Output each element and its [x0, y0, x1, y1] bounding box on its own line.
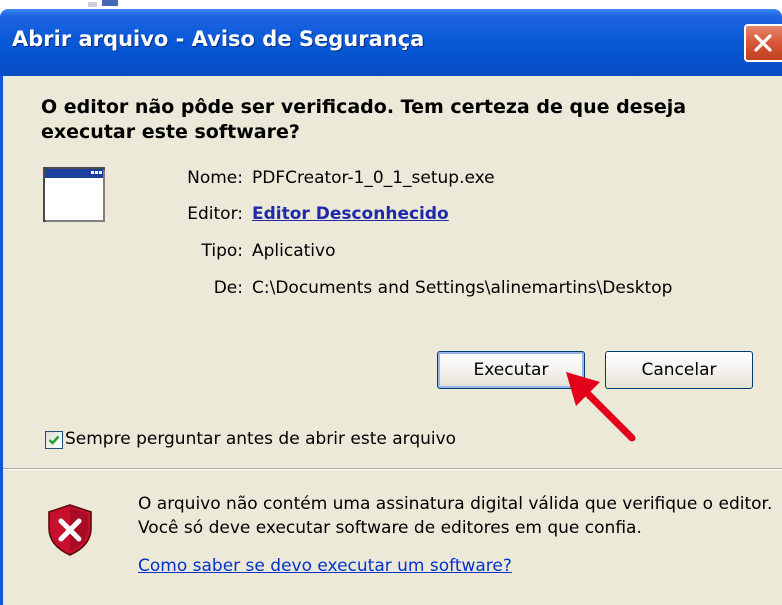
- type-label: Tipo:: [201, 241, 243, 261]
- dialog-body: O editor não pôde ser verificado. Tem ce…: [0, 76, 782, 605]
- security-shield-error-icon: [48, 504, 92, 556]
- close-icon: [754, 34, 772, 52]
- background-fragment-a: [88, 2, 97, 7]
- name-label: Nome:: [187, 168, 243, 188]
- always-ask-label[interactable]: Sempre perguntar antes de abrir este arq…: [65, 429, 456, 449]
- always-ask-checkbox[interactable]: [45, 431, 63, 449]
- security-warning-dialog: Abrir arquivo - Aviso de Segurança O edi…: [0, 9, 782, 605]
- from-label: De:: [213, 278, 243, 298]
- red-arrow-icon: [566, 372, 636, 442]
- warning-headline: O editor não pôde ser verificado. Tem ce…: [41, 96, 687, 143]
- divider: [3, 468, 782, 470]
- info-row-name: Nome: PDFCreator-1_0_1_setup.exe: [3, 168, 782, 192]
- type-value: Aplicativo: [252, 241, 336, 261]
- close-button[interactable]: [744, 24, 782, 62]
- info-row-publisher: Editor: Editor Desconhecido: [3, 204, 782, 228]
- info-row-from: De: C:\Documents and Settings\alinemarti…: [3, 278, 782, 302]
- background-fragment-b: [102, 0, 118, 6]
- info-row-type: Tipo: Aplicativo: [3, 241, 782, 265]
- publisher-link[interactable]: Editor Desconhecido: [252, 204, 449, 224]
- publisher-label: Editor:: [187, 204, 243, 224]
- warning-text: O arquivo não contém uma assinatura digi…: [138, 494, 773, 538]
- name-value: PDFCreator-1_0_1_setup.exe: [252, 168, 495, 188]
- title-bar[interactable]: Abrir arquivo - Aviso de Segurança: [0, 9, 782, 76]
- checkmark-icon: [48, 435, 60, 445]
- screenshot: Abrir arquivo - Aviso de Segurança O edi…: [0, 0, 782, 605]
- window-title: Abrir arquivo - Aviso de Segurança: [12, 27, 425, 51]
- from-value: C:\Documents and Settings\alinemartins\D…: [252, 278, 673, 298]
- help-link[interactable]: Como saber se devo executar um software?: [138, 556, 512, 576]
